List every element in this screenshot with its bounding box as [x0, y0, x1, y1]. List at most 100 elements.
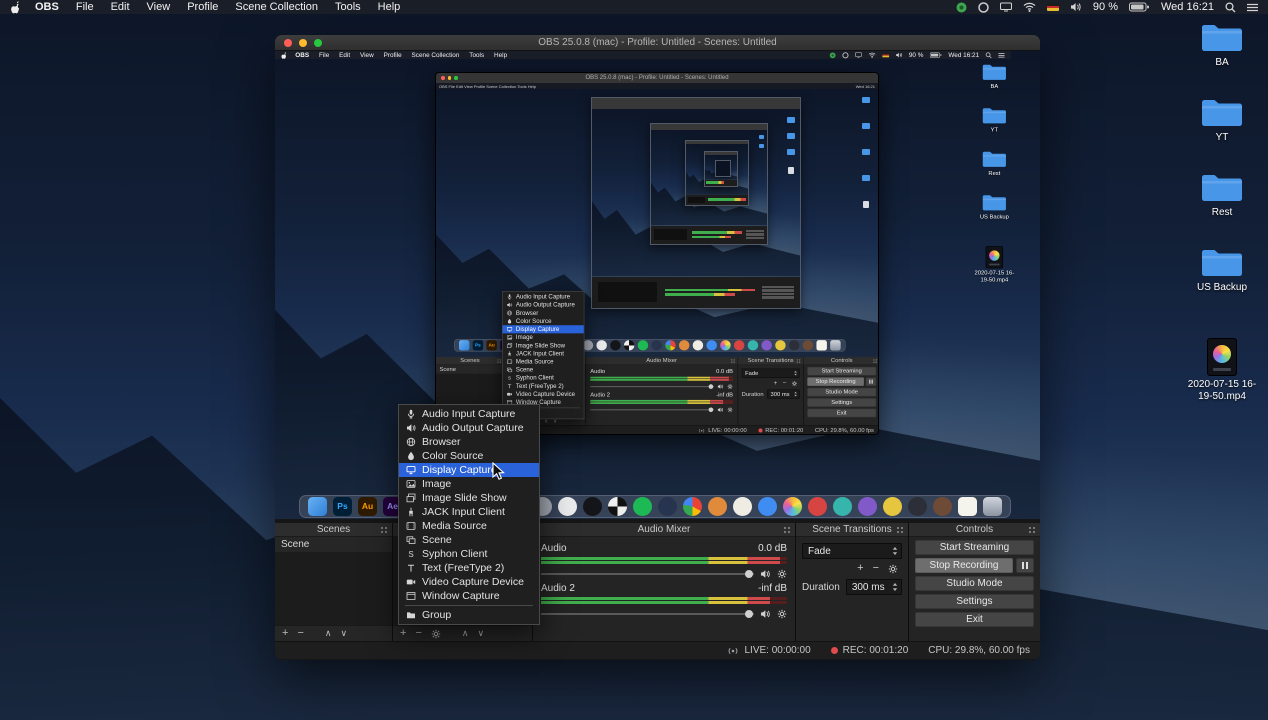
source-menu-item-group[interactable]: Group	[399, 608, 539, 622]
volume-icon[interactable]	[1070, 2, 1082, 12]
controls-panel-header[interactable]: Controls	[909, 523, 1040, 537]
menubar-items: OBS File Edit View Profile Scene Collection To…	[35, 1, 400, 13]
wifi-icon[interactable]	[1023, 2, 1036, 12]
menubar-item[interactable]: Scene Collection	[235, 1, 318, 13]
scene-up-button[interactable]: ∧	[325, 629, 332, 638]
mute-button[interactable]	[760, 569, 771, 579]
desktop-icon-label: YT	[991, 127, 998, 134]
source-menu-item[interactable]: Audio Output Capture	[399, 421, 539, 435]
source-menu-item[interactable]: Browser	[399, 435, 539, 449]
source-menu-item[interactable]: Video Capture Device	[399, 575, 539, 589]
source-menu-item[interactable]: Audio Input Capture	[399, 407, 539, 421]
browser-icon	[506, 310, 512, 316]
remove-transition-button[interactable]: −	[873, 563, 879, 574]
channel-settings-button[interactable]	[777, 609, 787, 619]
menubar-item[interactable]: View	[147, 1, 171, 13]
volume-slider[interactable]	[541, 613, 754, 615]
wifi-icon	[868, 52, 876, 58]
menubar-items: OBSFileEditViewProfileScene CollectionTo…	[295, 52, 507, 59]
mute-button[interactable]	[760, 609, 771, 619]
volume-slider[interactable]	[541, 573, 754, 575]
status-ring-icon	[842, 52, 848, 58]
volume-meter	[590, 402, 733, 404]
dock-app-icon: Au	[486, 340, 496, 350]
menubar-item[interactable]: OBS	[35, 1, 59, 13]
desktop-icon: YT	[970, 107, 1019, 134]
source-menu-item[interactable]: Display Capture	[399, 463, 539, 477]
menubar-item[interactable]: Help	[378, 1, 401, 13]
status-ring-icon[interactable]	[978, 2, 989, 13]
source-menu-item[interactable]: Color Source	[399, 449, 539, 463]
zoom-button[interactable]	[314, 39, 322, 47]
source-menu-item[interactable]: Window Capture	[399, 589, 539, 603]
source-menu-item[interactable]: Scene	[399, 533, 539, 547]
mute-button	[717, 384, 723, 390]
control-button[interactable]: Start Streaming	[915, 540, 1034, 555]
panel-grip-icon	[731, 358, 736, 363]
desktop-icon[interactable]: US Backup	[1180, 247, 1264, 294]
menubar-clock[interactable]: Wed 16:21	[1161, 1, 1214, 13]
display-mirroring-icon[interactable]	[1000, 2, 1012, 12]
apple-menu[interactable]	[10, 1, 21, 14]
close-button[interactable]	[284, 39, 292, 47]
channel-db-value: 0.0 dB	[716, 369, 733, 375]
source-menu-item[interactable]: Text (FreeType 2)	[399, 561, 539, 575]
source-menu-item[interactable]: Media Source	[399, 519, 539, 533]
svg-text:S: S	[408, 550, 413, 559]
source-menu-item-label: Scene	[422, 534, 452, 546]
source-menu-item[interactable]: S Syphon Client	[399, 547, 539, 561]
volume-meter	[541, 557, 787, 560]
source-menu-item[interactable]: Image Slide Show	[399, 491, 539, 505]
source-menu-item[interactable]: JACK Input Client	[399, 505, 539, 519]
dock-app-icon	[858, 497, 877, 516]
source-up-button[interactable]: ∧	[462, 629, 469, 638]
add-scene-button[interactable]: +	[282, 628, 288, 639]
mixer-panel-header[interactable]: Audio Mixer	[533, 523, 795, 537]
syphon-icon: S	[405, 549, 416, 559]
control-button[interactable]: Exit	[915, 612, 1034, 627]
control-button[interactable]: Stop Recording	[915, 558, 1013, 573]
source-menu-item-label: JACK Input Client	[422, 506, 505, 518]
source-menu-item[interactable]: Image	[399, 477, 539, 491]
remove-source-button[interactable]: −	[415, 628, 421, 639]
source-menu-item-label: Image Slide Show	[516, 342, 565, 349]
transitions-panel-header[interactable]: Scene Transitions	[796, 523, 908, 537]
menubar-item[interactable]: Profile	[187, 1, 218, 13]
transition-properties-button[interactable]	[888, 563, 898, 574]
dock-app-icon: Au	[358, 497, 377, 516]
control-button[interactable]: Studio Mode	[915, 576, 1034, 591]
menubar-item[interactable]: File	[76, 1, 94, 13]
volume-slider-knob[interactable]	[745, 570, 753, 578]
scene-list-item[interactable]: Scene	[275, 537, 392, 552]
source-properties-button[interactable]	[431, 629, 441, 639]
volume-slider-knob[interactable]	[745, 610, 753, 618]
source-menu-item: Color Source	[503, 317, 584, 325]
status-app-icon[interactable]	[956, 2, 967, 13]
desktop-icon-label: BA	[990, 83, 998, 90]
battery-icon[interactable]	[1129, 2, 1150, 12]
transition-select[interactable]: Fade	[802, 543, 902, 559]
window-titlebar[interactable]: OBS 25.0.8 (mac) - Profile: Untitled - S…	[275, 35, 1040, 51]
remove-scene-button[interactable]: −	[297, 628, 303, 639]
desktop-icon[interactable]: 2020-07-15 16-19-50.mp4	[1180, 338, 1264, 403]
scenes-panel-header[interactable]: Scenes	[275, 523, 392, 537]
menubar-clock: Wed 16:21	[948, 52, 979, 59]
mixer-channel: Audio 2 -inf dB	[590, 392, 733, 413]
minimize-button[interactable]	[299, 39, 307, 47]
add-source-button[interactable]: +	[400, 628, 406, 639]
scene-down-button[interactable]: ∨	[340, 629, 347, 638]
add-transition-button[interactable]: +	[857, 563, 863, 574]
menubar-item[interactable]: Edit	[111, 1, 130, 13]
pause-recording-button[interactable]	[1016, 558, 1034, 573]
menubar-item[interactable]: Tools	[335, 1, 361, 13]
desktop-icon[interactable]: YT	[1180, 97, 1264, 144]
desktop-icon[interactable]: BA	[1180, 22, 1264, 69]
channel-settings-button[interactable]	[777, 569, 787, 579]
keyboard-layout-de-icon[interactable]	[1047, 3, 1059, 11]
control-button[interactable]: Settings	[915, 594, 1034, 609]
desktop-icon[interactable]: Rest	[1180, 172, 1264, 219]
spotlight-search-icon[interactable]	[1225, 2, 1236, 13]
control-center-icon[interactable]	[1247, 3, 1258, 12]
source-down-button[interactable]: ∨	[477, 629, 484, 638]
duration-input[interactable]: 300 ms	[846, 579, 902, 595]
